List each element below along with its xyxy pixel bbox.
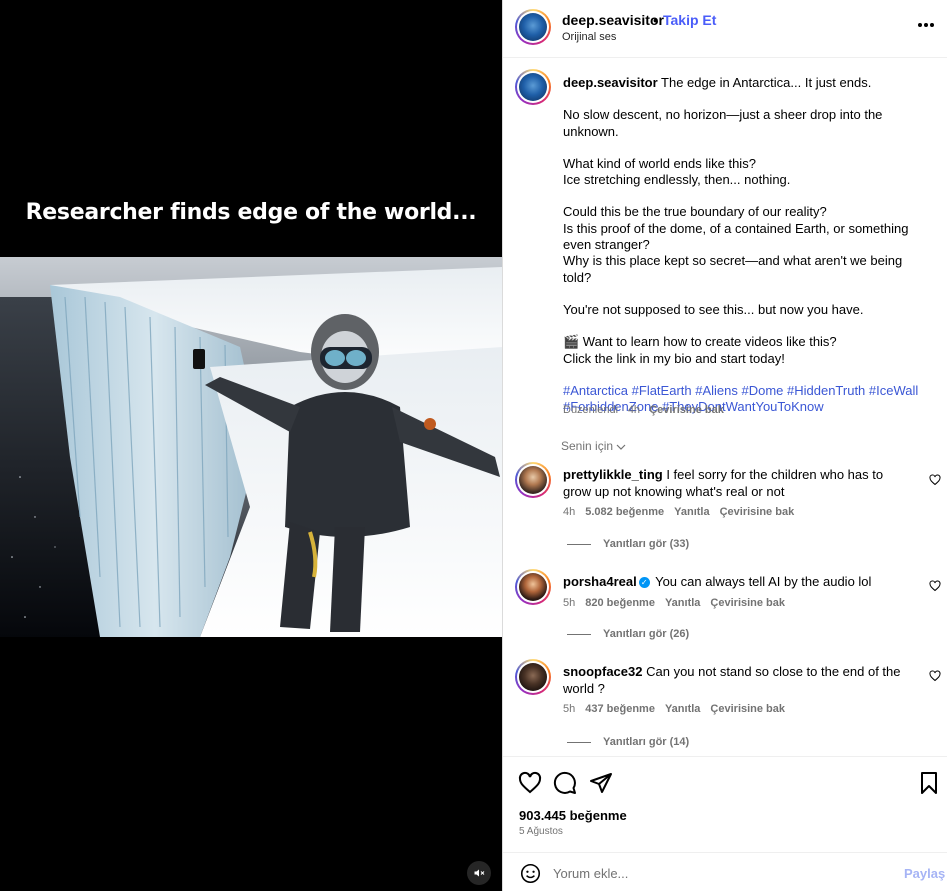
view-replies-button[interactable]: Yanıtları gör (26) (567, 628, 689, 640)
commenter-username[interactable]: prettylikkle_ting (563, 467, 663, 482)
view-replies-label: Yanıtları gör (14) (603, 736, 690, 748)
post-video[interactable]: Researcher finds edge of the world... (0, 0, 502, 891)
video-frame (0, 257, 502, 637)
author-username[interactable]: deep.seavisitor (562, 12, 664, 28)
comment-text: prettylikkle_ting I feel sorry for the c… (563, 466, 908, 500)
reply-button[interactable]: Yanıtla (665, 703, 700, 715)
comments-scroll-area[interactable]: deep.seavisitor The edge in Antarctica..… (503, 59, 947, 756)
caption-meta: Düzenlendi · 4h Çevirisine bak (563, 404, 724, 416)
comment-likes[interactable]: 820 beğenme (585, 597, 655, 609)
comment-sort-dropdown[interactable]: Senin için (561, 439, 626, 453)
view-replies-button[interactable]: Yanıtları gör (14) (567, 736, 689, 748)
comment-body: You can always tell AI by the audio lol (655, 574, 872, 589)
add-comment-bar: Paylaş (503, 852, 947, 891)
post-header: deep.seavisitor • Takip Et Orijinal ses (503, 0, 947, 58)
mute-button[interactable] (467, 861, 491, 885)
commenter-avatar[interactable] (515, 462, 551, 498)
caption-line: You're not supposed to see this... but n… (563, 301, 864, 317)
sort-label: Senin için (561, 439, 614, 453)
post-date: 5 Ağustos (519, 826, 563, 837)
comment-translate-link[interactable]: Çevirisine bak (720, 506, 795, 518)
comment-time: 5h (563, 597, 576, 609)
video-overlay-text: Researcher finds edge of the world... (25, 200, 477, 225)
comment-translate-link[interactable]: Çevirisine bak (710, 597, 785, 609)
verified-icon: ✓ (638, 577, 650, 588)
header-separator: • (653, 12, 658, 28)
audio-label[interactable]: Orijinal ses (562, 31, 616, 43)
comment-meta: 4h 5.082 beğenme Yanıtla Çevirisine bak (563, 506, 804, 518)
share-icon[interactable] (589, 771, 613, 795)
post-caption: deep.seavisitor The edge in Antarctica..… (563, 75, 933, 415)
comment-like-icon[interactable] (929, 670, 941, 682)
caption-line: Click the link in my bio and start today… (563, 350, 785, 366)
commenter-username[interactable]: snoopface32 (563, 664, 642, 679)
commenter-avatar[interactable] (515, 659, 551, 695)
comment-icon[interactable] (553, 771, 577, 795)
view-replies-label: Yanıtları gör (33) (603, 538, 690, 550)
comment-input[interactable] (553, 862, 883, 884)
more-icon (918, 23, 922, 27)
caption-line: No slow descent, no horizon—just a sheer… (563, 107, 883, 139)
comment-text: snoopface32 Can you not stand so close t… (563, 663, 908, 697)
author-avatar[interactable] (515, 9, 551, 45)
comment-meta: 5h 820 beğenme Yanıtla Çevirisine bak (563, 597, 795, 609)
follow-button[interactable]: Takip Et (663, 12, 716, 28)
reply-button[interactable]: Yanıtla (665, 597, 700, 609)
bookmark-icon[interactable] (917, 771, 941, 795)
comment-time: 5h (563, 703, 576, 715)
post-actions: 903.445 beğenme 5 Ağustos (503, 756, 947, 852)
mute-icon (474, 869, 485, 877)
comment-translate-link[interactable]: Çevirisine bak (710, 703, 785, 715)
caption-line: What kind of world ends like this? (563, 155, 756, 171)
view-replies-label: Yanıtları gör (26) (603, 628, 690, 640)
post-comment-button[interactable]: Paylaş (904, 866, 945, 881)
comment-meta: 5h 437 beğenme Yanıtla Çevirisine bak (563, 703, 795, 715)
chevron-down-icon (616, 444, 626, 450)
caption-line: 🎬 Want to learn how to create videos lik… (563, 334, 837, 350)
caption-author-avatar[interactable] (515, 69, 551, 105)
reply-button[interactable]: Yanıtla (674, 506, 709, 518)
heart-icon[interactable] (518, 771, 542, 795)
like-count[interactable]: 903.445 beğenme (519, 808, 627, 823)
comment-likes[interactable]: 5.082 beğenme (585, 506, 664, 518)
comment-likes[interactable]: 437 beğenme (585, 703, 655, 715)
caption-line: Ice stretching endlessly, then... nothin… (563, 172, 791, 188)
caption-username[interactable]: deep.seavisitor (563, 75, 658, 90)
commenter-username[interactable]: porsha4real (563, 574, 637, 589)
edited-label: Düzenlendi · 4h (563, 404, 641, 416)
comment-text: porsha4real ✓ You can always tell AI by t… (563, 573, 908, 590)
caption-line: Could this be the true boundary of our r… (563, 204, 827, 220)
emoji-icon[interactable] (520, 863, 541, 884)
caption-line: Is this proof of the dome, of a containe… (563, 220, 909, 253)
post-details-panel: deep.seavisitor • Takip Et Orijinal ses … (502, 0, 947, 891)
caption-line: Why is this place kept so secret—and wha… (563, 253, 903, 285)
comment-like-icon[interactable] (929, 580, 941, 592)
commenter-avatar[interactable] (515, 569, 551, 605)
comment-like-icon[interactable] (929, 474, 941, 486)
view-replies-button[interactable]: Yanıtları gör (33) (567, 538, 689, 550)
more-options-button[interactable] (918, 23, 936, 29)
caption-translate-link[interactable]: Çevirisine bak (649, 404, 724, 416)
comment-time: 4h (563, 506, 576, 518)
caption-line: The edge in Antarctica... It just ends. (661, 75, 872, 90)
post-viewer: Researcher finds edge of the world... de… (0, 0, 947, 891)
